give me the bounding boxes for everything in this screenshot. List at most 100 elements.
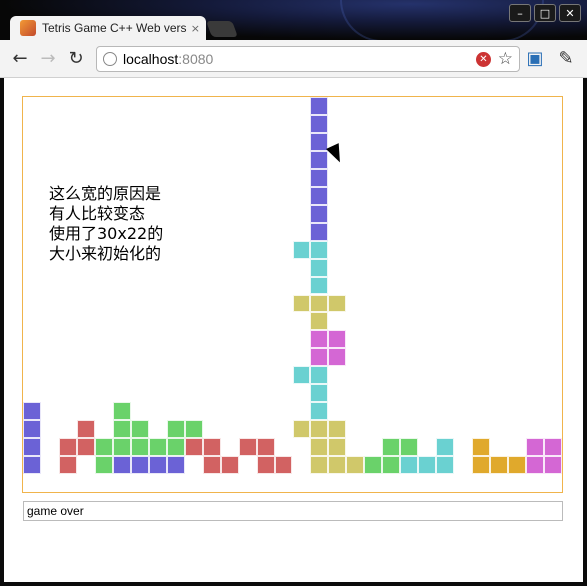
reload-icon[interactable]: ↻ (66, 49, 86, 69)
tetris-block (148, 438, 167, 457)
tetris-block (382, 438, 401, 457)
tetris-block (310, 330, 329, 349)
tetris-block (130, 420, 149, 439)
tetris-block (472, 456, 491, 475)
tetris-block (256, 438, 275, 457)
tetris-block (112, 438, 131, 457)
tetris-block (544, 456, 562, 475)
tetris-block (292, 294, 311, 313)
tetris-block (310, 312, 329, 331)
tetris-block (76, 438, 95, 457)
tetris-block (310, 420, 329, 439)
tetris-block (94, 456, 113, 475)
tetris-block (310, 186, 329, 205)
maximize-button[interactable]: □ (534, 4, 556, 22)
tetris-block (310, 294, 329, 313)
tetris-block (310, 438, 329, 457)
tetris-block (364, 456, 383, 475)
tetris-block (94, 438, 113, 457)
tetris-block (238, 438, 257, 457)
tetris-board (22, 96, 563, 493)
tetris-block (310, 97, 329, 115)
tetris-block (166, 438, 185, 457)
tetris-block (58, 456, 77, 475)
tetris-block (292, 366, 311, 385)
new-tab-button[interactable] (206, 21, 238, 37)
page-icon[interactable]: ▣ (524, 48, 546, 70)
tetris-block (310, 366, 329, 385)
tetris-block (292, 240, 311, 259)
tab-title: Tetris Game C++ Web vers (42, 21, 187, 35)
tetris-block (328, 420, 347, 439)
tetris-block (400, 456, 419, 475)
back-icon[interactable]: ← (10, 49, 30, 69)
close-window-button[interactable]: ✕ (559, 4, 581, 22)
bookmark-star-icon[interactable]: ☆ (498, 49, 513, 69)
tetris-block (400, 438, 419, 457)
tetris-block (346, 456, 365, 475)
address-bar[interactable]: localhost:8080 ✕ ☆ (96, 46, 520, 72)
blocked-icon[interactable]: ✕ (476, 52, 491, 67)
tetris-block (310, 204, 329, 223)
tetris-block (328, 294, 347, 313)
tetris-block (526, 438, 545, 457)
tetris-block (526, 456, 545, 475)
tetris-block (23, 456, 41, 475)
tetris-block (130, 438, 149, 457)
tetris-block (310, 258, 329, 277)
tetris-block (418, 456, 437, 475)
tetris-block (544, 438, 562, 457)
tetris-block (508, 456, 527, 475)
tetris-block (436, 438, 455, 457)
tetris-block (382, 456, 401, 475)
tetris-block (58, 438, 77, 457)
tetris-block (310, 384, 329, 403)
tetris-block (472, 438, 491, 457)
tetris-block (112, 402, 131, 421)
browser-toolbar: ← → ↻ localhost:8080 ✕ ☆ ▣ ✎ (0, 40, 587, 78)
tetris-block (130, 456, 149, 475)
tetris-block (310, 402, 329, 421)
tetris-block (328, 438, 347, 457)
tetris-block (202, 456, 221, 475)
tetris-block (76, 420, 95, 439)
tetris-block (274, 456, 293, 475)
tetris-block (328, 456, 347, 475)
tetris-block (310, 240, 329, 259)
tetris-block (202, 438, 221, 457)
tetris-block (292, 420, 311, 439)
tetris-block (436, 456, 455, 475)
tab-close-icon[interactable]: × (191, 22, 200, 35)
tetris-block (310, 114, 329, 133)
globe-icon (103, 52, 117, 66)
tetris-block (112, 420, 131, 439)
url-text: localhost:8080 (123, 51, 214, 67)
tetris-block (310, 222, 329, 241)
tetris-block (184, 420, 203, 439)
tetris-block (310, 348, 329, 367)
tab-favicon-icon (20, 20, 36, 36)
tetris-block (23, 420, 41, 439)
tetris-block (490, 456, 509, 475)
tetris-block (112, 456, 131, 475)
forward-icon[interactable]: → (38, 49, 58, 69)
tetris-block (220, 456, 239, 475)
tetris-block (148, 456, 167, 475)
tetris-block (166, 456, 185, 475)
tetris-block (328, 330, 347, 349)
tetris-block (256, 456, 275, 475)
tetris-block (23, 402, 41, 421)
status-field: game over (23, 501, 563, 521)
tetris-block (166, 420, 185, 439)
explanation-note: 这么宽的原因是 有人比较变态 使用了30x22的 大小来初始化的 (49, 184, 164, 263)
minimize-button[interactable]: – (509, 4, 531, 22)
tetris-block (310, 150, 329, 169)
tetris-block (184, 438, 203, 457)
tetris-block (310, 168, 329, 187)
tetris-block (328, 348, 347, 367)
wrench-icon[interactable]: ✎ (555, 48, 577, 70)
browser-tab[interactable]: Tetris Game C++ Web vers × (10, 16, 206, 40)
tetris-block (310, 456, 329, 475)
tetris-block (23, 438, 41, 457)
tetris-block (310, 276, 329, 295)
